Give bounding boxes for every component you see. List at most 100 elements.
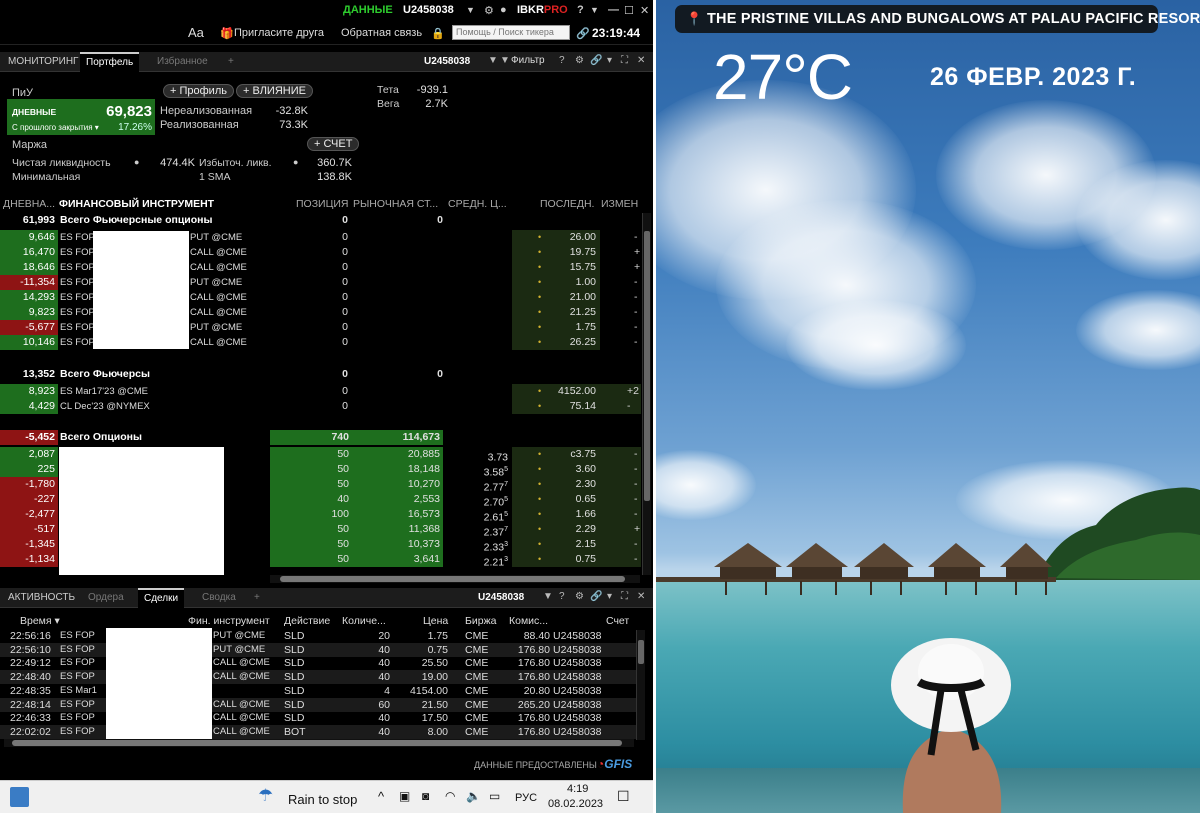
trade-row[interactable]: 22:48:14 ES FOP CALL @CME SLD 60 21.50 CME 265.… bbox=[0, 697, 636, 712]
minimize-icon[interactable]: — bbox=[608, 4, 619, 16]
col-last[interactable]: ПОСЛЕДН. bbox=[540, 198, 594, 212]
tab-trades[interactable]: Сделки bbox=[138, 588, 185, 608]
scroll-thumb[interactable] bbox=[280, 576, 625, 582]
trades-horizontal-scrollbar[interactable] bbox=[4, 739, 634, 747]
col-instrument[interactable]: ФИНАНСОВЫЙ ИНСТРУМЕНТ bbox=[59, 198, 214, 212]
futures-position-row[interactable]: 4,429 CL Dec'23 @NYMEX 0 • 75.14 - bbox=[0, 399, 641, 414]
panel-account[interactable]: U2458038 bbox=[418, 52, 476, 72]
info-icon[interactable]: ● bbox=[134, 157, 139, 167]
link-icon[interactable]: 🔗 bbox=[576, 27, 590, 40]
account-dropdown-icon[interactable]: ▼ bbox=[466, 5, 475, 15]
close-icon[interactable]: ✕ bbox=[637, 55, 645, 66]
col-change[interactable]: ИЗМЕН bbox=[601, 198, 638, 212]
tab-portfolio[interactable]: Портфель bbox=[80, 52, 140, 72]
scroll-thumb[interactable] bbox=[644, 231, 650, 501]
portfolio-horizontal-scrollbar[interactable] bbox=[270, 575, 640, 583]
search-input[interactable]: Помощь / Поиск тикера bbox=[452, 25, 570, 40]
help-icon[interactable]: ? bbox=[559, 55, 565, 66]
col-market-value[interactable]: РЫНОЧНАЯ СТ... bbox=[353, 198, 438, 212]
help-dropdown-icon[interactable]: ▼ bbox=[590, 5, 599, 15]
tab-monitoring[interactable]: МОНИТОРИНГ bbox=[2, 52, 84, 72]
tab-activity[interactable]: АКТИВНОСТЬ bbox=[2, 588, 81, 608]
trade-row[interactable]: 22:46:33 ES FOP CALL @CME SLD 40 17.50 CME 176.… bbox=[0, 711, 636, 725]
volume-icon[interactable]: 🔈 bbox=[466, 789, 481, 803]
col-avg-price[interactable]: СРЕДН. Ц... bbox=[448, 198, 507, 212]
trade-row[interactable]: 22:48:40 ES FOP CALL @CME SLD 40 19.00 CME 176.… bbox=[0, 670, 636, 685]
tab-orders[interactable]: Ордера bbox=[82, 588, 130, 608]
filter-button[interactable]: Фильтр bbox=[511, 55, 545, 66]
group-row-options[interactable]: -5,452 Всего Опционы 740 114,673 bbox=[0, 430, 641, 445]
link-icon[interactable]: 🔗 bbox=[590, 591, 602, 602]
taskbar-date[interactable]: 08.02.2023 bbox=[548, 798, 603, 810]
trades-vertical-scrollbar[interactable] bbox=[636, 630, 645, 740]
expand-icon[interactable]: ⛶ bbox=[621, 55, 628, 66]
help-icon[interactable]: ? bbox=[559, 591, 565, 602]
temperature-sticker[interactable]: 27°C bbox=[713, 40, 853, 114]
expand-icon[interactable]: ⛶ bbox=[621, 591, 628, 602]
wifi-icon[interactable]: ◠ bbox=[445, 789, 455, 803]
tab-favorites[interactable]: Избранное bbox=[151, 52, 214, 72]
gear-icon[interactable]: ⚙ bbox=[575, 55, 584, 66]
tab-summary[interactable]: Сводка bbox=[196, 588, 242, 608]
col-instrument[interactable]: Фин. инструмент bbox=[188, 615, 270, 627]
filter-icon[interactable]: ▼ bbox=[500, 55, 510, 66]
language-indicator[interactable]: РУС bbox=[515, 792, 537, 804]
gear-icon[interactable]: ⚙ bbox=[484, 4, 494, 17]
location-sticker[interactable]: 📍 THE PRISTINE VILLAS AND BUNGALOWS AT P… bbox=[675, 5, 1200, 33]
antivirus-icon[interactable]: ◙ bbox=[422, 789, 429, 803]
account-selector[interactable]: U2458038 bbox=[403, 4, 454, 16]
chevron-up-icon[interactable]: ^ bbox=[378, 789, 384, 804]
col-quantity[interactable]: Количе... bbox=[342, 615, 386, 627]
col-daily[interactable]: ДНЕВНА... bbox=[3, 198, 55, 212]
taskbar-time[interactable]: 4:19 bbox=[567, 783, 588, 795]
battery-icon[interactable]: ▭ bbox=[489, 789, 500, 803]
chevron-down-icon[interactable]: ▾ bbox=[607, 591, 612, 602]
group-row-fop[interactable]: 61,993 Всего Фьючерсные опционы 0 0 bbox=[0, 213, 641, 228]
trade-row[interactable]: 22:56:10 ES FOP PUT @CME SLD 40 0.75 CME 176.80… bbox=[0, 642, 636, 657]
user-icon[interactable]: ● bbox=[500, 4, 507, 16]
help-icon[interactable]: ? bbox=[577, 4, 584, 16]
umbrella-icon[interactable]: ☂ bbox=[258, 786, 273, 806]
calculator-icon[interactable] bbox=[10, 787, 29, 807]
font-size-button[interactable]: Aa bbox=[188, 25, 204, 40]
chevron-down-icon[interactable]: ▼ bbox=[488, 55, 498, 66]
info-icon[interactable]: ● bbox=[293, 157, 298, 167]
gear-icon[interactable]: ⚙ bbox=[575, 591, 584, 602]
profile-button[interactable]: + Профиль bbox=[163, 84, 234, 98]
col-account[interactable]: Счет bbox=[606, 615, 629, 627]
scroll-thumb[interactable] bbox=[638, 640, 644, 664]
trade-row[interactable]: 22:49:12 ES FOP CALL @CME SLD 40 25.50 CME 176.… bbox=[0, 656, 636, 670]
col-position[interactable]: ПОЗИЦИЯ bbox=[296, 198, 349, 212]
close-icon[interactable]: ✕ bbox=[640, 4, 649, 17]
col-action[interactable]: Действие bbox=[284, 615, 330, 627]
col-commission[interactable]: Комис... bbox=[509, 615, 548, 627]
tab-add[interactable]: + bbox=[248, 588, 266, 608]
date-sticker[interactable]: 26 ФЕВР. 2023 Г. bbox=[930, 63, 1136, 92]
col-time[interactable]: Время ▾ bbox=[20, 615, 60, 627]
trade-row[interactable]: 22:56:16 ES FOP PUT @CME SLD 20 1.75 CME 88.40 U… bbox=[0, 629, 636, 643]
tab-add[interactable]: + bbox=[222, 52, 240, 72]
chevron-down-icon[interactable]: ▼ bbox=[543, 591, 553, 602]
meet-icon[interactable]: ▣ bbox=[399, 789, 410, 803]
col-price[interactable]: Цена bbox=[423, 615, 448, 627]
account-button[interactable]: + СЧЕТ bbox=[307, 137, 360, 151]
maximize-icon[interactable]: ☐ bbox=[624, 4, 634, 17]
weather-widget[interactable]: Rain to stop bbox=[288, 792, 357, 807]
scroll-thumb[interactable] bbox=[12, 740, 622, 746]
impact-button[interactable]: + ВЛИЯНИЕ bbox=[236, 84, 313, 98]
notifications-icon[interactable]: ☐ bbox=[617, 788, 630, 805]
feedback-button[interactable]: Обратная связь bbox=[341, 27, 422, 39]
portfolio-vertical-scrollbar[interactable] bbox=[642, 213, 651, 575]
invite-friend-button[interactable]: Пригласите друга bbox=[234, 27, 324, 39]
lock-icon[interactable]: 🔒 bbox=[431, 27, 445, 40]
close-icon[interactable]: ✕ bbox=[637, 591, 645, 602]
futures-position-row[interactable]: 8,923 ES Mar17'23 @CME 0 • 4152.00 +2 bbox=[0, 384, 641, 399]
trade-row[interactable]: 22:48:35 ES Mar1 SLD 4 4154.00 CME 20.80 U24580… bbox=[0, 684, 636, 698]
group-row-futures[interactable]: 13,352 Всего Фьючерсы 0 0 bbox=[0, 367, 641, 382]
activity-account[interactable]: U2458038 bbox=[472, 588, 530, 608]
trade-row[interactable]: 22:02:02 ES FOP CALL @CME BOT 40 8.00 CME 176.8… bbox=[0, 724, 636, 739]
chevron-down-icon[interactable]: ▾ bbox=[607, 55, 612, 66]
link-icon[interactable]: 🔗 bbox=[590, 55, 602, 66]
col-exchange[interactable]: Биржа bbox=[465, 615, 496, 627]
since-close-selector[interactable]: С прошлого закрытия ▾ bbox=[12, 123, 99, 132]
